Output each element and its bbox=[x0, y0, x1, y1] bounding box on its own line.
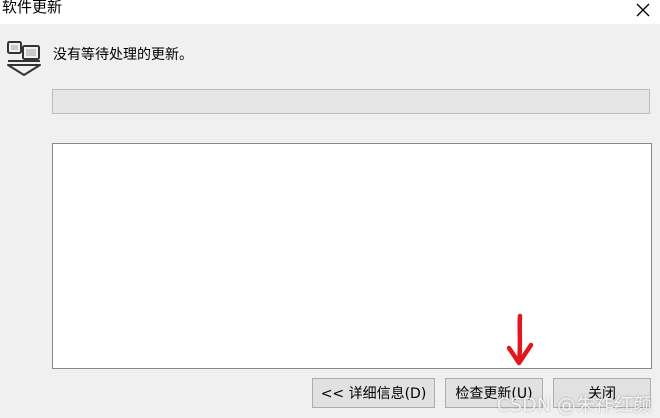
title-bar: 软件更新 bbox=[0, 0, 660, 24]
close-icon bbox=[636, 3, 650, 17]
update-progress-bar bbox=[52, 89, 650, 114]
software-update-icon bbox=[7, 41, 41, 76]
red-arrow-annotation bbox=[506, 313, 534, 366]
details-button[interactable]: << 详细信息(D) bbox=[312, 378, 435, 408]
details-panel[interactable] bbox=[52, 143, 652, 369]
status-message: 没有等待处理的更新。 bbox=[53, 47, 193, 63]
window-close-button[interactable] bbox=[626, 0, 660, 20]
window-title: 软件更新 bbox=[2, 0, 63, 16]
watermark: CSDN @朱祚红颜 bbox=[496, 394, 652, 416]
